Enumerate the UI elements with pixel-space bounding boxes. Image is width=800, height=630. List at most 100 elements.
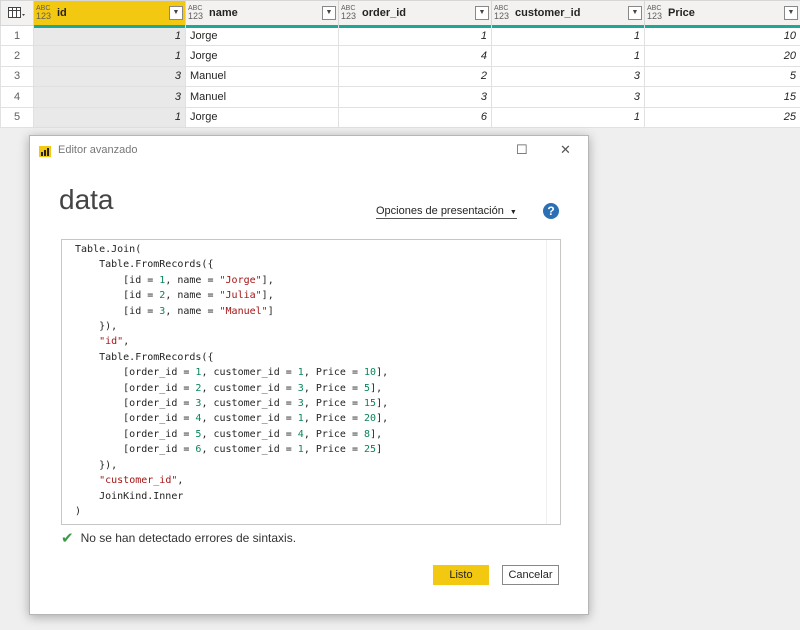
- any-type-icon[interactable]: ABC 123: [494, 5, 512, 21]
- column-header-order-id[interactable]: ABC 123 order_id ▼: [338, 0, 492, 28]
- code-line[interactable]: [id = 1, name = "Jorge"],: [75, 275, 274, 286]
- dialog-title: Editor avanzado: [58, 144, 138, 156]
- cell-price[interactable]: 5: [644, 65, 800, 88]
- code-line[interactable]: [order_id = 2, customer_id = 3, Price = …: [75, 383, 382, 394]
- table-row[interactable]: 1 1 Jorge 1 1 10: [0, 24, 800, 47]
- cell-name[interactable]: Jorge: [185, 106, 339, 129]
- table-row[interactable]: 4 3 Manuel 3 3 15: [0, 86, 800, 108]
- code-token: , customer_id =: [201, 382, 298, 394]
- cell-id[interactable]: 1: [33, 106, 186, 129]
- cell-customer-id[interactable]: 3: [491, 65, 645, 88]
- filter-dropdown-icon[interactable]: ▼: [628, 6, 642, 20]
- cell-id[interactable]: 3: [33, 65, 186, 88]
- cell-name[interactable]: Manuel: [185, 65, 339, 88]
- cancel-button[interactable]: Cancelar: [502, 565, 559, 585]
- cell-id[interactable]: 1: [33, 45, 186, 67]
- any-type-icon[interactable]: ABC 123: [341, 5, 359, 21]
- cell-order-id[interactable]: 4: [338, 45, 492, 67]
- code-line[interactable]: [id = 3, name = "Manuel"]: [75, 306, 274, 317]
- cell-customer-id[interactable]: 1: [491, 106, 645, 129]
- table-row[interactable]: 2 1 Jorge 4 1 20: [0, 45, 800, 67]
- cell-id[interactable]: 1: [33, 24, 186, 47]
- any-type-icon[interactable]: ABC 123: [188, 5, 206, 21]
- code-line[interactable]: }),: [75, 460, 117, 471]
- cell-order-id[interactable]: 2: [338, 65, 492, 88]
- code-line[interactable]: [order_id = 6, customer_id = 1, Price = …: [75, 444, 382, 455]
- code-token: [id =: [75, 290, 160, 302]
- code-line[interactable]: [order_id = 5, customer_id = 4, Price = …: [75, 429, 382, 440]
- row-number[interactable]: 3: [0, 65, 34, 88]
- column-name: name: [209, 7, 238, 19]
- cell-price[interactable]: 15: [644, 86, 800, 108]
- code-token: ],: [376, 398, 389, 410]
- column-header-id[interactable]: ABC 123 id ▼: [33, 0, 186, 28]
- code-line[interactable]: [order_id = 1, customer_id = 1, Price = …: [75, 367, 388, 378]
- code-token: Table.FromRecords({: [75, 351, 214, 363]
- code-line[interactable]: ): [75, 506, 81, 517]
- row-number[interactable]: 1: [0, 24, 34, 47]
- code-token: , Price =: [303, 444, 365, 456]
- cell-price[interactable]: 20: [644, 45, 800, 67]
- code-line[interactable]: JoinKind.Inner: [75, 491, 183, 502]
- table-icon: [8, 7, 25, 18]
- scrollbar[interactable]: [546, 240, 560, 524]
- column-header-price[interactable]: ABC 123 Price ▼: [644, 0, 800, 28]
- cell-id[interactable]: 3: [33, 86, 186, 108]
- code-line[interactable]: "customer_id",: [75, 475, 183, 486]
- column-quality-bar: [645, 25, 800, 28]
- maximize-icon[interactable]: ☐: [516, 142, 528, 158]
- code-line[interactable]: Table.FromRecords({: [75, 352, 213, 363]
- code-line[interactable]: Table.FromRecords({: [75, 259, 213, 270]
- table-menu-corner[interactable]: [0, 0, 34, 26]
- close-icon[interactable]: ✕: [560, 142, 571, 158]
- any-type-icon[interactable]: ABC 123: [647, 5, 665, 21]
- help-icon[interactable]: ?: [543, 203, 559, 219]
- table-row[interactable]: 5 1 Jorge 6 1 25: [0, 106, 800, 129]
- cell-order-id[interactable]: 1: [338, 24, 492, 47]
- cell-price[interactable]: 25: [644, 106, 800, 129]
- code-token: }),: [75, 321, 118, 333]
- dialog-title-bar[interactable]: Editor avanzado ☐ ✕: [30, 136, 588, 164]
- filter-dropdown-icon[interactable]: ▼: [169, 6, 183, 20]
- cell-order-id[interactable]: 6: [338, 106, 492, 129]
- row-number[interactable]: 2: [0, 45, 34, 67]
- column-quality-bar: [186, 25, 338, 28]
- cell-price[interactable]: 10: [644, 24, 800, 47]
- display-options-dropdown[interactable]: Opciones de presentación ▼: [376, 205, 517, 219]
- filter-dropdown-icon[interactable]: ▼: [784, 6, 798, 20]
- row-number[interactable]: 4: [0, 86, 34, 108]
- code-line[interactable]: Table.Join(: [75, 244, 141, 255]
- code-line[interactable]: }),: [75, 321, 117, 332]
- done-button[interactable]: Listo: [433, 565, 489, 585]
- cell-name[interactable]: Jorge: [185, 24, 339, 47]
- code-token: [id =: [75, 274, 160, 286]
- code-token: , customer_id =: [201, 428, 298, 440]
- filter-dropdown-icon[interactable]: ▼: [322, 6, 336, 20]
- code-token: , Price =: [303, 382, 365, 394]
- column-name: id: [57, 7, 67, 19]
- cell-name[interactable]: Manuel: [185, 86, 339, 108]
- column-header-customer-id[interactable]: ABC 123 customer_id ▼: [491, 0, 645, 28]
- row-number[interactable]: 5: [0, 106, 34, 129]
- code-token: [order_id =: [75, 382, 196, 394]
- code-line[interactable]: [id = 2, name = "Julia"],: [75, 290, 274, 301]
- cell-order-id[interactable]: 3: [338, 86, 492, 108]
- filter-dropdown-icon[interactable]: ▼: [475, 6, 489, 20]
- code-token: , customer_id =: [201, 398, 298, 410]
- code-token: Table.Join(: [75, 244, 142, 255]
- table-row[interactable]: 3 3 Manuel 2 3 5: [0, 65, 800, 88]
- code-line[interactable]: "id",: [75, 336, 129, 347]
- cell-customer-id[interactable]: 1: [491, 45, 645, 67]
- code-token: , customer_id =: [201, 444, 298, 456]
- column-header-name[interactable]: ABC 123 name ▼: [185, 0, 339, 28]
- code-editor[interactable]: Table.Join( Table.FromRecords({ [id = 1,…: [61, 239, 561, 525]
- any-type-icon[interactable]: ABC 123: [36, 5, 54, 21]
- code-line[interactable]: [order_id = 4, customer_id = 1, Price = …: [75, 413, 388, 424]
- cell-name[interactable]: Jorge: [185, 45, 339, 67]
- code-text[interactable]: Table.Join( Table.FromRecords({ [id = 1,…: [62, 240, 560, 519]
- cell-customer-id[interactable]: 1: [491, 24, 645, 47]
- cell-customer-id[interactable]: 3: [491, 86, 645, 108]
- code-line[interactable]: [order_id = 3, customer_id = 3, Price = …: [75, 398, 388, 409]
- syntax-status-text: No se han detectado errores de sintaxis.: [80, 531, 297, 545]
